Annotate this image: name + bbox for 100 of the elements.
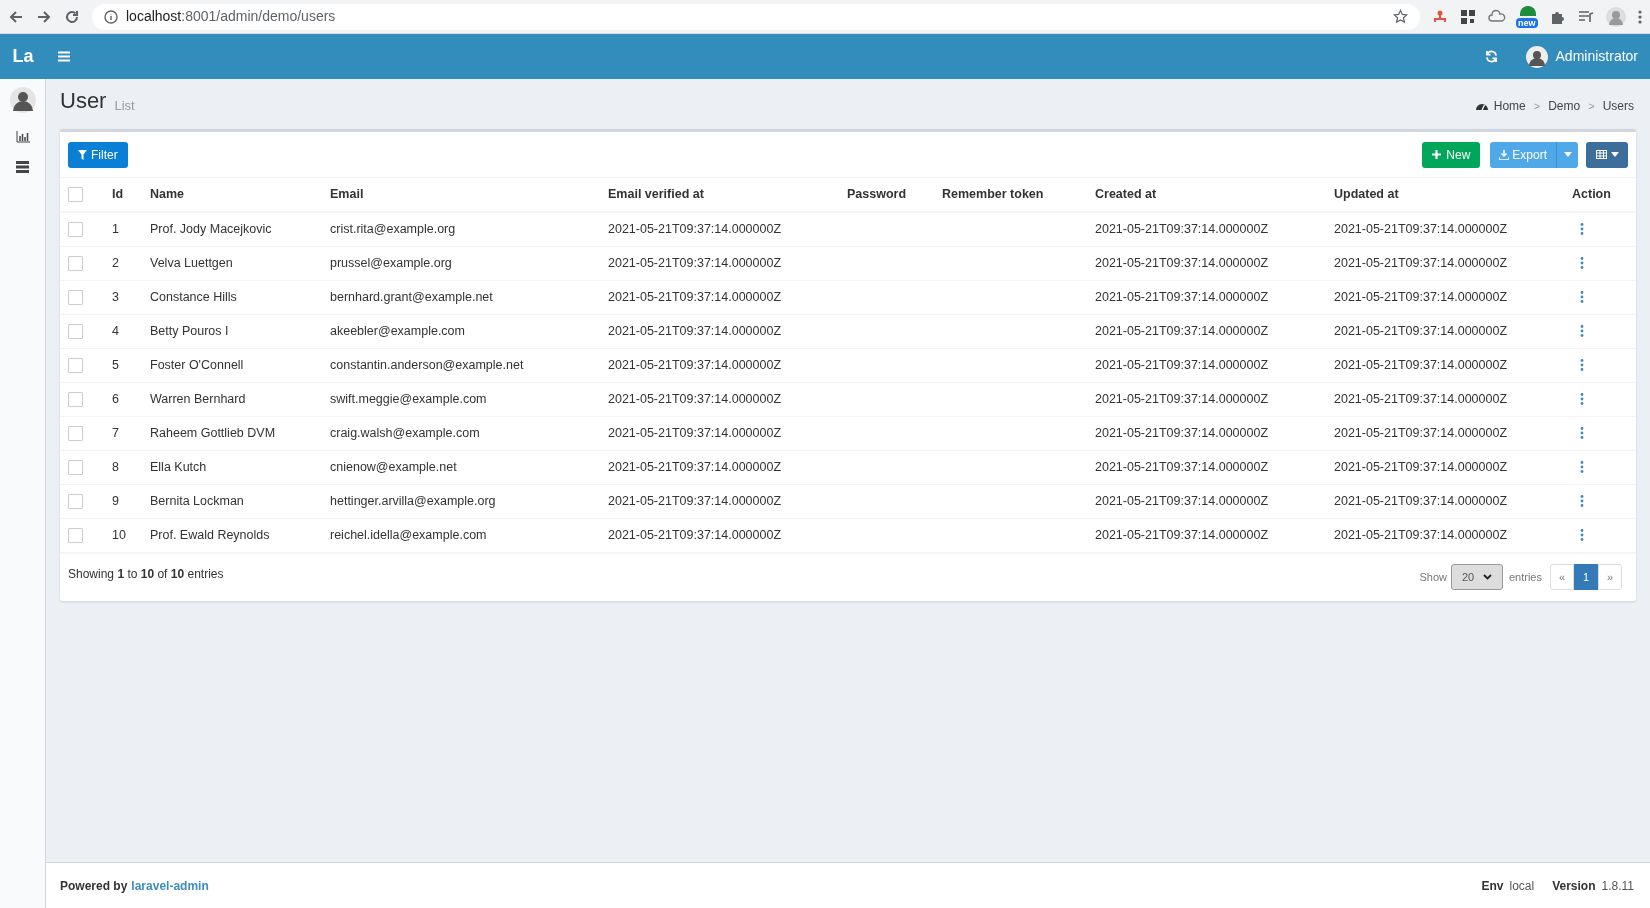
caret-icon — [1610, 152, 1619, 157]
playlist-icon[interactable] — [1578, 8, 1594, 25]
breadcrumb-link[interactable]: Home — [1493, 97, 1526, 115]
row-checkbox[interactable] — [68, 527, 83, 543]
row-actions-icon[interactable] — [1580, 257, 1584, 269]
entries-summary: Showing 1 to 10 of 10 entries — [68, 566, 224, 583]
table-cell: 2021-05-21T09:37:14.000000Z — [1334, 459, 1508, 474]
page-button[interactable]: « — [1550, 564, 1574, 590]
table-cell: 2021-05-21T09:37:14.000000Z — [1334, 425, 1508, 440]
laravel-admin-link[interactable]: laravel-admin — [131, 876, 209, 895]
row-checkbox[interactable] — [68, 289, 83, 305]
row-checkbox[interactable] — [68, 357, 83, 373]
table-cell: prussel@example.org — [330, 255, 452, 270]
table-cell: hettinger.arvilla@example.org — [330, 493, 496, 508]
column-header[interactable]: Password — [847, 187, 907, 202]
page-button[interactable]: » — [1598, 564, 1622, 590]
table-cell: 2021-05-21T09:37:14.000000Z — [608, 357, 782, 372]
avatar-icon[interactable] — [9, 87, 36, 113]
table-cell: 2021-05-21T09:37:14.000000Z — [1334, 391, 1508, 406]
table-cell: 2021-05-21T09:37:14.000000Z — [1095, 255, 1269, 270]
row-checkbox[interactable] — [68, 391, 83, 407]
row-checkbox[interactable] — [68, 425, 83, 441]
column-header[interactable]: Created at — [1095, 187, 1157, 202]
table-cell: 9 — [112, 493, 119, 508]
column-header[interactable]: Email — [330, 187, 364, 202]
table-cell: 2021-05-21T09:37:14.000000Z — [608, 323, 782, 338]
table-cell: 2021-05-21T09:37:14.000000Z — [1095, 459, 1269, 474]
address-bar[interactable]: localhost:8001/admin/demo/users — [92, 3, 1420, 30]
page-button[interactable]: 1 — [1574, 564, 1598, 590]
table-cell: 2021-05-21T09:37:14.000000Z — [1334, 357, 1508, 372]
table-cell: Velva Luettgen — [150, 255, 233, 270]
column-header[interactable]: Name — [150, 187, 185, 202]
row-actions-icon[interactable] — [1580, 291, 1584, 303]
row-actions-icon[interactable] — [1580, 427, 1584, 439]
qr-code-icon[interactable] — [1460, 8, 1476, 25]
row-checkbox[interactable] — [68, 255, 83, 271]
select-all-checkbox[interactable] — [68, 187, 83, 202]
table-cell: 2021-05-21T09:37:14.000000Z — [608, 391, 782, 406]
row-checkbox[interactable] — [68, 493, 83, 509]
star-icon[interactable] — [1393, 9, 1408, 24]
row-actions-icon[interactable] — [1580, 495, 1584, 507]
table-cell: 2021-05-21T09:37:14.000000Z — [608, 255, 782, 270]
url-text: localhost:8001/admin/demo/users — [126, 7, 336, 26]
column-header[interactable]: Remember token — [942, 187, 1044, 202]
version-value: 1.8.11 — [1601, 877, 1634, 895]
table-cell: craig.walsh@example.com — [330, 425, 480, 440]
caret-icon — [1563, 152, 1572, 157]
plus-icon — [1432, 150, 1442, 159]
table-cell: cnienow@example.net — [330, 459, 457, 474]
per-page-select[interactable]: 20 — [1450, 564, 1503, 590]
row-checkbox[interactable] — [68, 459, 83, 475]
breadcrumb-link[interactable]: Users — [1602, 97, 1634, 115]
menu-icon[interactable] — [58, 51, 70, 62]
column-header[interactable]: Id — [112, 187, 124, 202]
table-icon — [1595, 150, 1607, 159]
info-icon — [104, 9, 118, 24]
column-header[interactable]: Email verified at — [608, 187, 704, 202]
profile-avatar-icon[interactable] — [1606, 6, 1626, 27]
network-icon[interactable] — [1432, 8, 1448, 25]
new-badge: new — [1516, 17, 1538, 28]
logo[interactable]: La — [0, 43, 46, 70]
forward-icon[interactable] — [36, 8, 52, 25]
row-actions-icon[interactable] — [1580, 325, 1584, 337]
user-avatar-icon[interactable] — [1525, 45, 1548, 68]
bar-chart-icon[interactable] — [15, 131, 30, 143]
table-cell: Bernita Lockman — [150, 493, 244, 508]
row-actions-icon[interactable] — [1580, 461, 1584, 473]
row-actions-icon[interactable] — [1580, 359, 1584, 371]
refresh-icon[interactable] — [1484, 50, 1498, 63]
cloud-icon[interactable] — [1488, 8, 1506, 25]
table-cell: 2021-05-21T09:37:14.000000Z — [1095, 323, 1269, 338]
table-cell: Raheem Gottlieb DVM — [150, 425, 276, 440]
row-actions-icon[interactable] — [1580, 529, 1584, 541]
table-cell: 1 — [112, 221, 119, 236]
table-cell: 2 — [112, 255, 119, 270]
table-cell: Ella Kutch — [150, 459, 207, 474]
table-cell: 2021-05-21T09:37:14.000000Z — [1095, 527, 1269, 542]
row-checkbox[interactable] — [68, 323, 83, 339]
row-actions-icon[interactable] — [1580, 223, 1584, 236]
reload-icon[interactable] — [64, 8, 80, 25]
table-cell: 2021-05-21T09:37:14.000000Z — [1095, 221, 1269, 236]
columns-button[interactable] — [1586, 141, 1628, 168]
user-name[interactable]: Administrator — [1555, 46, 1638, 67]
page-title: User — [60, 87, 107, 115]
more-icon[interactable] — [1638, 8, 1642, 25]
download-icon — [1499, 149, 1510, 160]
table-cell: 2021-05-21T09:37:14.000000Z — [1334, 493, 1508, 508]
row-actions-icon[interactable] — [1580, 393, 1584, 405]
filter-button[interactable]: Filter — [68, 141, 128, 168]
row-checkbox[interactable] — [68, 221, 83, 237]
column-header[interactable]: Updated at — [1334, 187, 1399, 202]
back-icon[interactable] — [8, 8, 24, 25]
dashboard-icon — [1475, 101, 1488, 111]
column-header[interactable]: Action — [1572, 187, 1611, 202]
export-dropdown-button[interactable] — [1556, 141, 1578, 168]
server-icon[interactable] — [16, 161, 29, 173]
breadcrumb-link[interactable]: Demo — [1548, 97, 1581, 115]
page-subtitle: List — [114, 96, 135, 115]
table-cell: 7 — [112, 425, 119, 440]
table-cell: 2021-05-21T09:37:14.000000Z — [608, 289, 782, 304]
